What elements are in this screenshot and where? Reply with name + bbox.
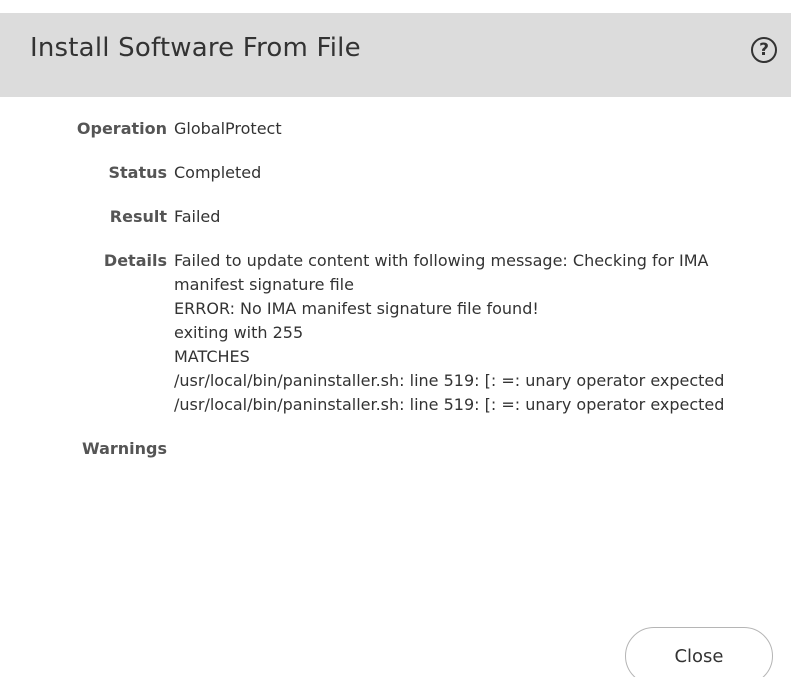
result-value: Failed (174, 207, 221, 226)
warnings-row: Warnings (0, 437, 791, 461)
details-line: ERROR: No IMA manifest signature file fo… (174, 299, 539, 318)
result-label: Result (109, 207, 167, 226)
warnings-label: Warnings (81, 439, 167, 458)
details-line: MATCHES (174, 347, 250, 366)
operation-value: GlobalProtect (174, 119, 282, 138)
details-line: exiting with 255 (174, 323, 304, 342)
warnings-value (174, 437, 779, 461)
status-value: Completed (174, 163, 262, 182)
details-line: Failed to update content with following … (174, 251, 709, 294)
dialog-header: Install Software From File ? (0, 13, 791, 97)
status-row: Status Completed (0, 161, 791, 185)
close-button[interactable]: Close (625, 627, 773, 677)
install-software-dialog: Install Software From File ? Operation G… (0, 0, 791, 677)
result-fields: Operation GlobalProtect Status Completed… (0, 117, 791, 481)
details-row: Details Failed to update content with fo… (0, 249, 791, 417)
status-label: Status (108, 163, 167, 182)
details-value: Failed to update content with following … (174, 249, 779, 417)
details-line: /usr/local/bin/paninstaller.sh: line 519… (174, 371, 725, 390)
help-icon[interactable]: ? (751, 37, 777, 63)
dialog-title: Install Software From File (30, 33, 361, 63)
result-row: Result Failed (0, 205, 791, 229)
operation-label: Operation (76, 119, 167, 138)
details-line: /usr/local/bin/paninstaller.sh: line 519… (174, 395, 725, 414)
details-label: Details (103, 251, 167, 270)
operation-row: Operation GlobalProtect (0, 117, 791, 141)
